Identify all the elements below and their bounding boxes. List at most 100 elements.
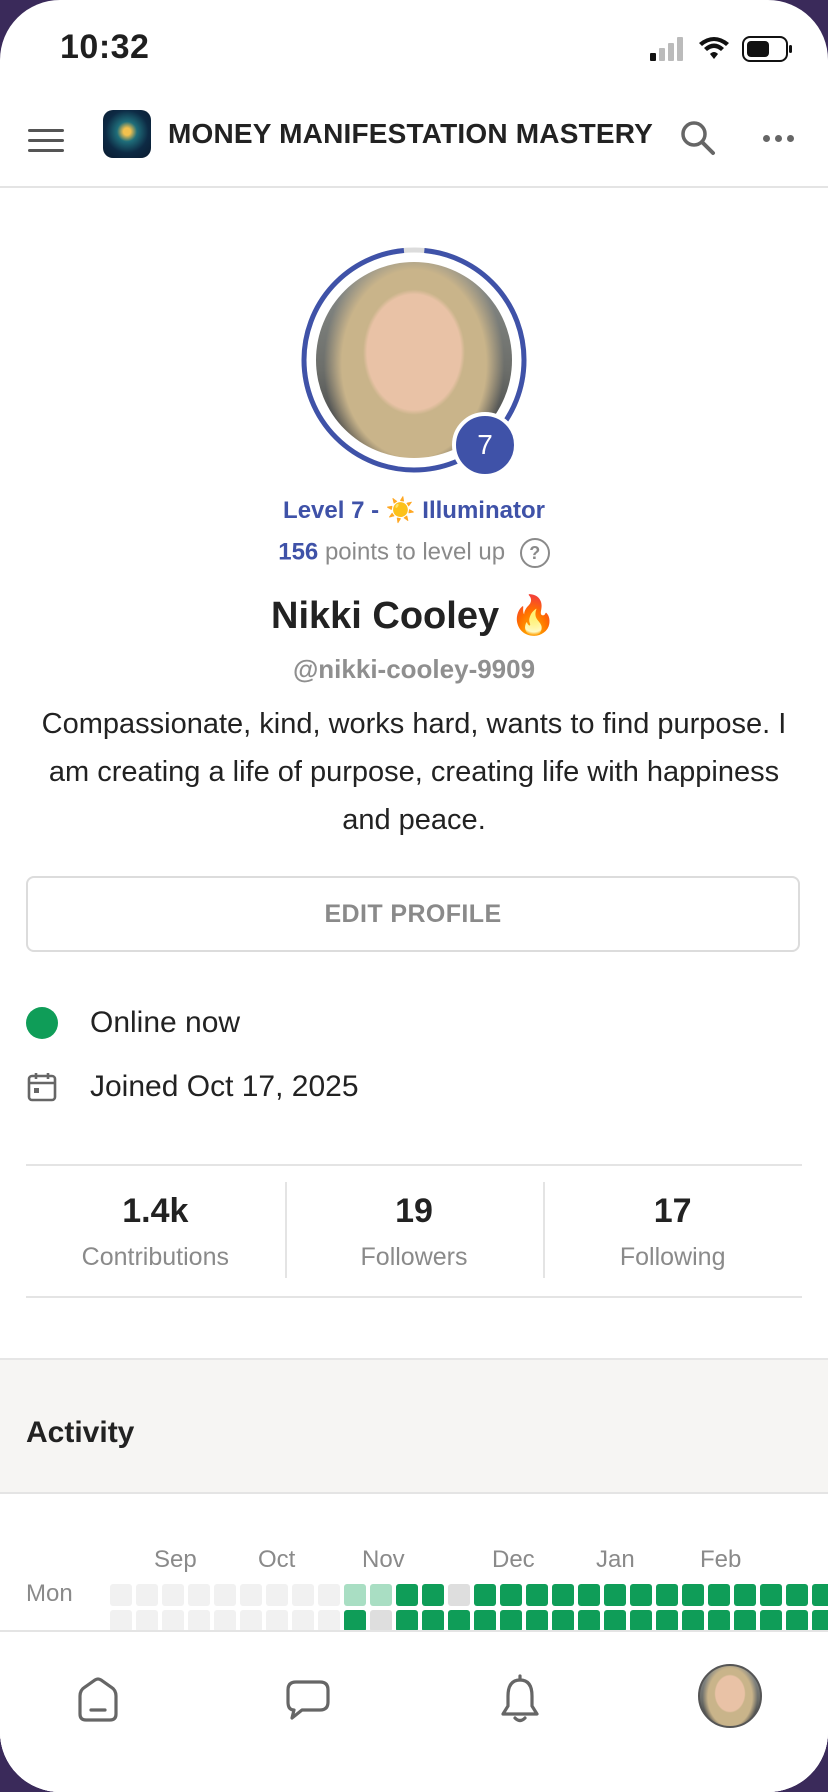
heatmap-cell[interactable] xyxy=(214,1584,236,1606)
heatmap-cell[interactable] xyxy=(292,1584,314,1606)
heatmap-cell[interactable] xyxy=(344,1584,366,1606)
stat-value: 1.4k xyxy=(122,1192,189,1230)
heatmap-cell[interactable] xyxy=(552,1610,574,1632)
heatmap-cell[interactable] xyxy=(422,1584,444,1606)
heatmap-cell[interactable] xyxy=(396,1610,418,1632)
stat-value: 17 xyxy=(653,1192,692,1230)
heatmap-cell[interactable] xyxy=(240,1584,262,1606)
points-label: points to level up xyxy=(324,538,506,566)
heatmap-cell[interactable] xyxy=(786,1610,808,1632)
heatmap-cell[interactable] xyxy=(162,1584,184,1606)
stat-label: Followers xyxy=(360,1243,468,1271)
heatmap-cell[interactable] xyxy=(474,1610,496,1632)
heatmap-cell[interactable] xyxy=(812,1584,828,1606)
month-label: Jan xyxy=(596,1546,635,1573)
month-label: Feb xyxy=(700,1546,742,1573)
heatmap-cell[interactable] xyxy=(266,1584,288,1606)
level-badge: 7 xyxy=(452,412,518,478)
hamburger-menu-icon[interactable] xyxy=(28,122,68,158)
heatmap-cell[interactable] xyxy=(682,1584,704,1606)
profile-handle: @nikki-cooley-9909 xyxy=(292,654,536,684)
heatmap-cell[interactable] xyxy=(734,1584,756,1606)
heatmap-cell[interactable] xyxy=(500,1584,522,1606)
status-icons xyxy=(650,36,794,62)
stat-following[interactable]: 17 Following xyxy=(543,1166,802,1296)
heatmap-cell[interactable] xyxy=(708,1610,730,1632)
status-time: 10:32 xyxy=(60,28,150,66)
heatmap-cell[interactable] xyxy=(188,1610,210,1632)
edit-profile-button[interactable]: EDIT PROFILE xyxy=(26,876,800,952)
calendar-icon xyxy=(27,1073,57,1102)
heatmap-cell[interactable] xyxy=(578,1584,600,1606)
heatmap-cell[interactable] xyxy=(656,1584,678,1606)
stat-contributions[interactable]: 1.4k Contributions xyxy=(26,1166,285,1296)
help-icon[interactable]: ? xyxy=(519,538,550,568)
heatmap-cell[interactable] xyxy=(136,1610,158,1632)
heatmap-cell[interactable] xyxy=(318,1584,340,1606)
heatmap-cell[interactable] xyxy=(474,1584,496,1606)
heatmap-cell[interactable] xyxy=(448,1584,470,1606)
month-label: Sep xyxy=(154,1546,197,1573)
points-to-level-up: 156 points to level up ? xyxy=(0,538,828,568)
phone-screen: 10:32 MONEY MANIFESTATION MASTERY 7 Leve… xyxy=(0,0,828,1792)
heatmap-cell[interactable] xyxy=(266,1610,288,1632)
status-bar: 10:32 xyxy=(0,0,828,96)
heatmap-cell[interactable] xyxy=(214,1610,236,1632)
heatmap-cell[interactable] xyxy=(708,1584,730,1606)
heatmap-cell[interactable] xyxy=(630,1584,652,1606)
bell-icon[interactable] xyxy=(492,1672,548,1728)
heatmap-cell[interactable] xyxy=(578,1610,600,1632)
heatmap-cell[interactable] xyxy=(760,1584,782,1606)
heatmap-cell[interactable] xyxy=(110,1610,132,1632)
community-logo[interactable] xyxy=(103,110,151,158)
search-icon[interactable] xyxy=(676,116,720,160)
stat-value: 19 xyxy=(395,1192,433,1230)
heatmap-cell[interactable] xyxy=(812,1610,828,1632)
heatmap-cell[interactable] xyxy=(760,1610,782,1632)
heatmap-cell[interactable] xyxy=(422,1610,444,1632)
heatmap-cell[interactable] xyxy=(318,1610,340,1632)
month-label: Nov xyxy=(362,1546,405,1573)
heatmap-cell[interactable] xyxy=(110,1584,132,1606)
heatmap-cell[interactable] xyxy=(292,1610,314,1632)
heatmap-cell[interactable] xyxy=(526,1584,548,1606)
profile-avatar-nav[interactable] xyxy=(698,1664,762,1728)
joined-date-row: Joined Oct 17, 2025 xyxy=(26,1070,359,1104)
heatmap-cell[interactable] xyxy=(734,1610,756,1632)
heatmap-cell[interactable] xyxy=(188,1584,210,1606)
heatmap-cell[interactable] xyxy=(500,1610,522,1632)
heatmap-cell[interactable] xyxy=(682,1610,704,1632)
heatmap-cell[interactable] xyxy=(136,1584,158,1606)
heatmap-row xyxy=(110,1584,828,1606)
heatmap-cell[interactable] xyxy=(526,1610,548,1632)
activity-title: Activity xyxy=(26,1416,135,1449)
online-status-row: Online now xyxy=(26,1006,240,1040)
chat-icon[interactable] xyxy=(280,1672,336,1728)
profile-bio: Compassionate, kind, works hard, wants t… xyxy=(41,708,787,836)
heatmap-cell[interactable] xyxy=(240,1610,262,1632)
stat-label: Following xyxy=(619,1243,726,1271)
heatmap-cell[interactable] xyxy=(370,1584,392,1606)
home-icon[interactable] xyxy=(70,1672,126,1728)
heatmap-cell[interactable] xyxy=(162,1610,184,1632)
heatmap-cell[interactable] xyxy=(656,1610,678,1632)
more-options-icon[interactable] xyxy=(756,116,800,160)
month-label: Dec xyxy=(492,1546,535,1573)
community-title[interactable]: MONEY MANIFESTATION MASTERY xyxy=(168,118,653,150)
stat-label: Contributions xyxy=(81,1243,229,1271)
heatmap-cell[interactable] xyxy=(344,1610,366,1632)
heatmap-cell[interactable] xyxy=(396,1584,418,1606)
wifi-icon xyxy=(699,37,729,59)
online-indicator-icon xyxy=(26,1007,58,1039)
level-title[interactable]: Level 7 - ☀️ Illuminator xyxy=(0,496,828,525)
stat-followers[interactable]: 19 Followers xyxy=(284,1166,544,1296)
heatmap-cell[interactable] xyxy=(604,1610,626,1632)
heatmap-cell[interactable] xyxy=(630,1610,652,1632)
online-status-text: Online now xyxy=(90,1006,241,1039)
heatmap-cell[interactable] xyxy=(448,1610,470,1632)
heatmap-cell[interactable] xyxy=(552,1584,574,1606)
heatmap-cell[interactable] xyxy=(604,1584,626,1606)
heatmap-cell[interactable] xyxy=(370,1610,392,1632)
heatmap-cell[interactable] xyxy=(786,1584,808,1606)
app-bar: MONEY MANIFESTATION MASTERY xyxy=(0,96,828,188)
